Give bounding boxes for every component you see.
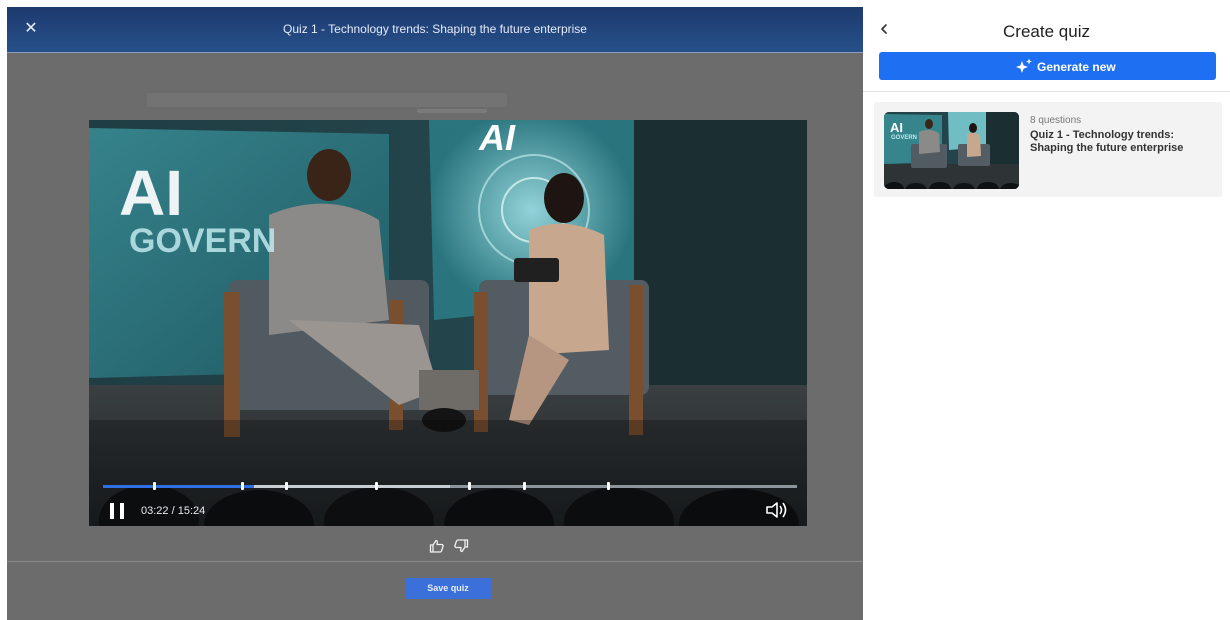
chapter-marker[interactable] (284, 482, 288, 490)
modal-title: Quiz 1 - Technology trends: Shaping the … (283, 22, 587, 36)
chapter-marker[interactable] (522, 482, 526, 490)
reactions (429, 538, 473, 554)
chapter-marker[interactable] (606, 482, 610, 490)
generate-new-button[interactable]: Generate new (879, 52, 1216, 80)
quiz-list-item[interactable]: AI GOVERN 8 questions Quiz 1 - Technolog… (874, 102, 1222, 197)
pause-icon[interactable] (109, 503, 125, 519)
save-quiz-button[interactable]: Save quiz (405, 578, 491, 599)
thumbs-down-icon[interactable] (453, 538, 469, 554)
progress-played (103, 485, 255, 488)
quiz-title: Quiz 1 - Technology trends: Shaping the … (1030, 129, 1184, 154)
time-display: 03:22 / 15:24 (141, 505, 206, 517)
footer-divider (7, 561, 863, 562)
panel-title: Create quiz (1003, 22, 1090, 41)
thumbs-up-icon[interactable] (429, 538, 445, 554)
dimmed-content (147, 93, 507, 107)
thumb-text: GOVERN (891, 135, 917, 141)
panel-divider (863, 91, 1230, 92)
video-player[interactable]: AI GOVERN AI 03:22 / 15:24 (89, 120, 807, 526)
generate-new-label: Generate new (1037, 60, 1116, 74)
create-quiz-panel: Create quiz Generate new AI GOVERN 8 que… (863, 0, 1230, 620)
volume-icon[interactable] (765, 500, 791, 520)
modal-header: ✕ Quiz 1 - Technology trends: Shaping th… (7, 7, 863, 53)
chapter-marker[interactable] (467, 482, 471, 490)
chapter-marker[interactable] (375, 482, 379, 490)
sparkle-icon (1016, 58, 1032, 73)
video-frame: AI GOVERN AI (89, 120, 807, 526)
thumb-text: AI (890, 120, 903, 135)
chapter-marker[interactable] (240, 482, 244, 490)
quiz-thumbnail: AI GOVERN (884, 112, 1019, 189)
video-quiz-modal: ✕ Quiz 1 - Technology trends: Shaping th… (7, 7, 863, 620)
dimmed-content (417, 109, 487, 113)
backdrop-text: GOVERN (129, 222, 276, 260)
chapter-marker[interactable] (153, 482, 157, 490)
backdrop-text: AI (119, 157, 183, 229)
video-progress-bar[interactable] (103, 482, 797, 490)
screen-badge: AI (478, 120, 516, 158)
question-count: 8 questions (1030, 115, 1082, 126)
